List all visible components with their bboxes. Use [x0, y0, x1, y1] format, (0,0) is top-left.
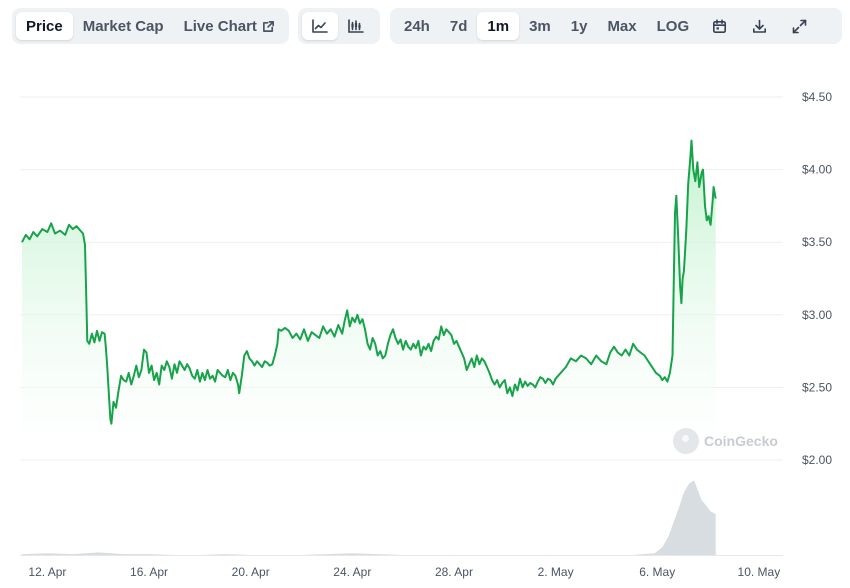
x-tick-label: 10. May [738, 565, 781, 579]
coingecko-watermark: CoinGecko [673, 428, 778, 454]
price-area-fill [22, 140, 716, 460]
price-chart: $4.50 $4.00 $3.50 $3.00 $2.50 $2.00 12. Apr 16.… [20, 90, 832, 579]
x-tick-label: 20. Apr [232, 565, 270, 579]
y-tick-label: $3.00 [802, 308, 832, 322]
y-tick-label: $2.50 [802, 380, 832, 394]
coingecko-logo-icon [673, 428, 699, 454]
x-tick-label: 24. Apr [333, 565, 371, 579]
x-tick-label: 28. Apr [435, 565, 473, 579]
y-tick-label: $4.50 [802, 90, 832, 104]
x-tick-label: 2. May [538, 565, 574, 579]
volume-area [22, 480, 716, 555]
x-tick-label: 16. Apr [130, 565, 168, 579]
watermark-text: CoinGecko [704, 433, 778, 449]
x-tick-label: 12. Apr [28, 565, 66, 579]
y-tick-label: $2.00 [802, 453, 832, 467]
y-tick-label: $4.00 [802, 163, 832, 177]
y-tick-label: $3.50 [802, 235, 832, 249]
x-tick-label: 6. May [639, 565, 675, 579]
